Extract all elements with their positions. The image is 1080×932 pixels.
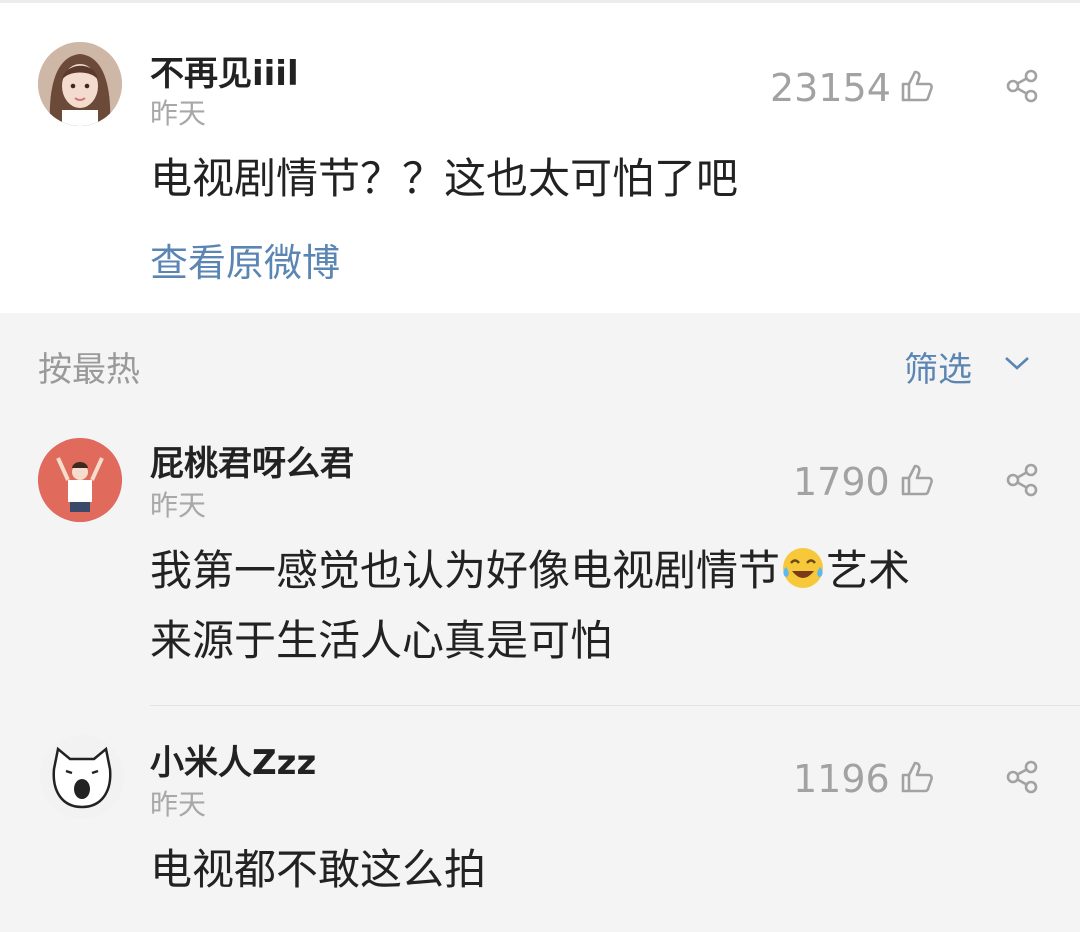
laughing-crying-emoji-icon: [780, 542, 826, 588]
user-avatar-image: [38, 438, 122, 522]
avatar[interactable]: [38, 438, 122, 522]
divider: [150, 705, 1080, 706]
like-icon[interactable]: [897, 460, 937, 504]
comment-text-line1-tail: 艺术: [826, 546, 911, 595]
sort-hot-label[interactable]: 按最热: [38, 342, 140, 391]
user-avatar-image: [38, 42, 122, 126]
comment-like-count: 1196: [793, 757, 890, 801]
chevron-down-icon[interactable]: [1002, 352, 1032, 378]
avatar[interactable]: [38, 42, 122, 126]
share-icon[interactable]: [1004, 759, 1040, 799]
comment-time: 昨天: [150, 788, 207, 821]
filter-label: 筛选: [904, 350, 972, 390]
post-like-count: 23154: [770, 66, 891, 110]
like-icon[interactable]: [897, 757, 937, 801]
comment-time: 昨天: [150, 489, 207, 522]
original-post-card: 不再见iiil 昨天 23154 电视剧情节？？这也太可怕了吧 查看原微博: [0, 0, 1080, 313]
view-original-weibo-link[interactable]: 查看原微博: [150, 232, 340, 287]
comment-text-line2: 来源于生活人心真是可怕: [150, 616, 613, 665]
user-avatar-image: [40, 735, 124, 819]
comment-item: 小米人Zzz 昨天 1196 电视都不敢这么拍: [0, 707, 1080, 932]
avatar[interactable]: [40, 735, 124, 819]
sort-bar: 按最热 筛选: [0, 315, 1080, 410]
comment-like-count: 1790: [793, 460, 890, 504]
post-time: 昨天: [150, 97, 207, 130]
post-text: 电视剧情节？？这也太可怕了吧: [150, 154, 739, 203]
post-username[interactable]: 不再见iiil: [150, 46, 299, 95]
filter-button[interactable]: 筛选: [904, 342, 972, 391]
comment-username[interactable]: 小米人Zzz: [150, 735, 316, 784]
comment-text: 电视都不敢这么拍: [150, 845, 487, 894]
share-icon[interactable]: [1004, 68, 1040, 108]
like-icon[interactable]: [897, 66, 937, 110]
share-icon[interactable]: [1004, 462, 1040, 502]
comment-text-line1: 我第一感觉也认为好像电视剧情节: [150, 546, 781, 595]
comment-text: 我第一感觉也认为好像电视剧情节 艺术 来源于生活人心真是可怕: [150, 536, 910, 676]
comment-username[interactable]: 屁桃君呀么君: [150, 436, 354, 485]
comment-item: 屁桃君呀么君 昨天 1790 我第一感觉也认为好像电视剧情节 艺术 来源于生活人…: [0, 410, 1080, 706]
